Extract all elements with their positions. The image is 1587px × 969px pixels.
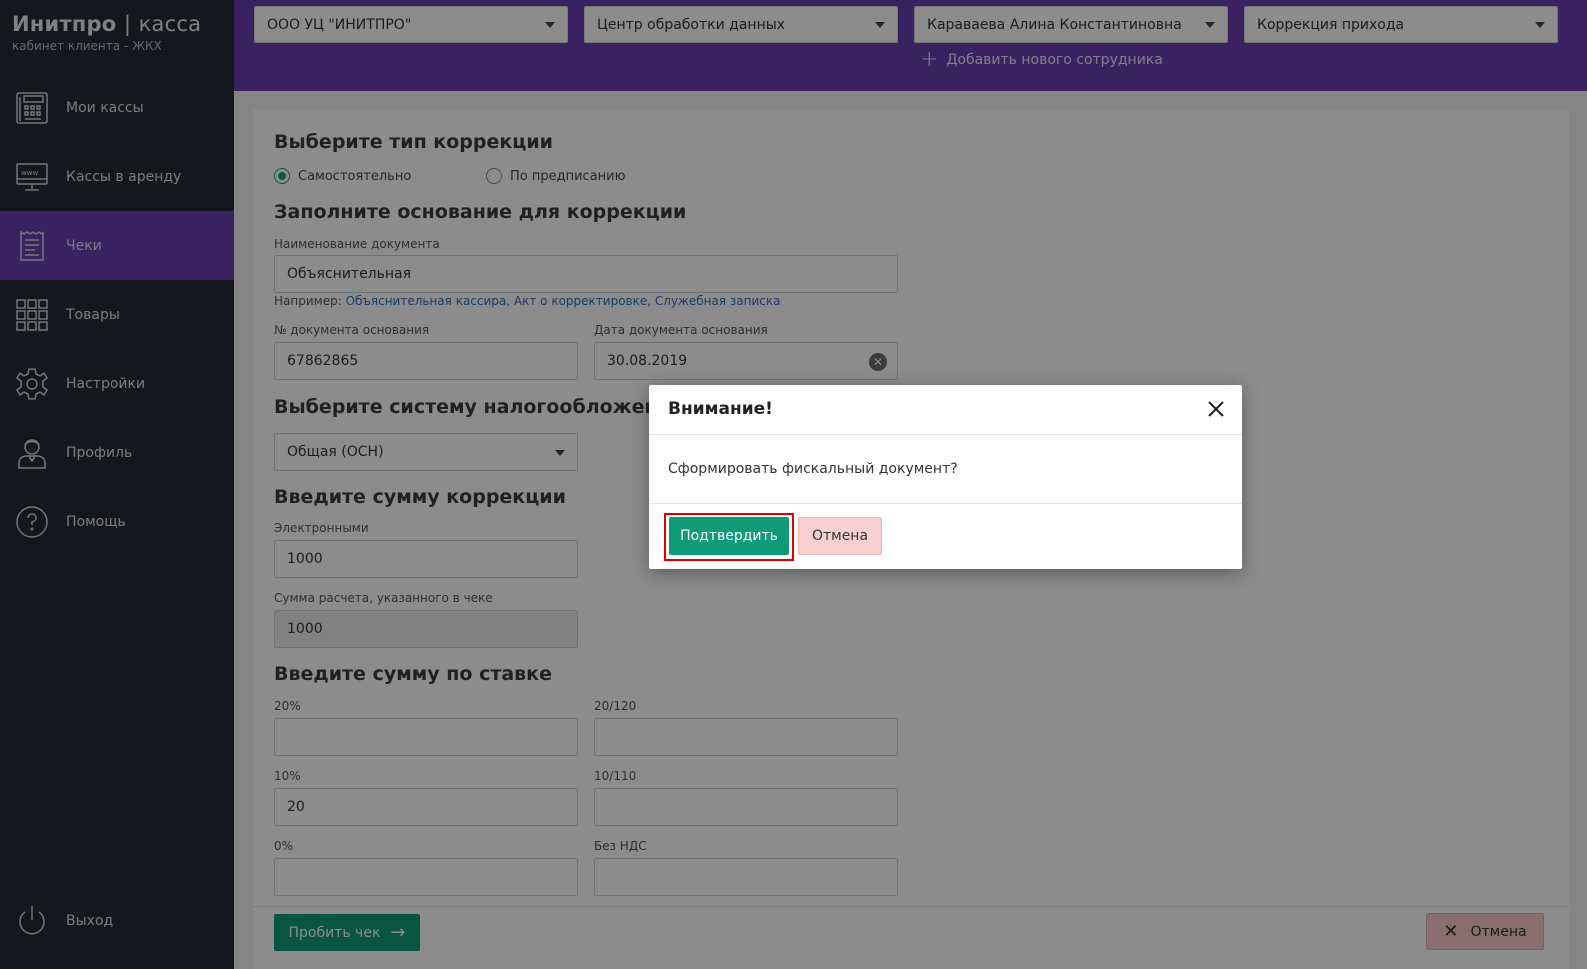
close-icon[interactable]: [1204, 397, 1228, 421]
dialog-divider: [649, 503, 1242, 504]
confirm-button[interactable]: Подтвердить: [669, 517, 789, 555]
dialog-cancel-label: Отмена: [811, 528, 869, 544]
dialog-message: Сформировать фискальный документ?: [668, 461, 958, 477]
confirm-button-label: Подтвердить: [680, 528, 778, 544]
confirm-dialog: Внимание! Сформировать фискальный докуме…: [649, 385, 1242, 569]
dialog-cancel-button[interactable]: Отмена: [798, 517, 882, 555]
dialog-title: Внимание!: [668, 399, 773, 419]
dialog-divider: [649, 434, 1242, 435]
